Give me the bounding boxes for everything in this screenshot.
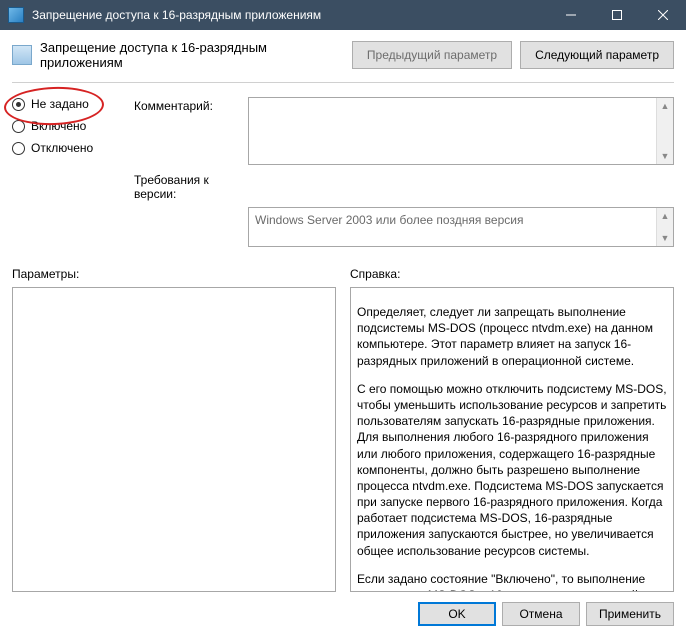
scrollbar[interactable]: ▲▼ <box>656 208 673 246</box>
page-title: Запрещение доступа к 16-разрядным прилож… <box>40 40 344 70</box>
close-button[interactable] <box>640 0 686 30</box>
help-paragraph: Определяет, следует ли запрещать выполне… <box>357 304 667 369</box>
help-label: Справка: <box>350 267 674 281</box>
help-box[interactable]: Определяет, следует ли запрещать выполне… <box>350 287 674 592</box>
radio-icon <box>12 142 25 155</box>
scrollbar[interactable]: ▲▼ <box>656 98 673 164</box>
params-label: Параметры: <box>12 267 336 281</box>
requirement-box: Windows Server 2003 или более поздняя ве… <box>248 207 674 247</box>
radio-label: Отключено <box>31 141 93 155</box>
app-icon <box>8 7 24 23</box>
cancel-button[interactable]: Отмена <box>502 602 580 626</box>
radio-disabled[interactable]: Отключено <box>12 141 130 155</box>
apply-button[interactable]: Применить <box>586 602 674 626</box>
divider <box>12 82 674 83</box>
policy-icon <box>12 45 32 65</box>
requirement-value: Windows Server 2003 или более поздняя ве… <box>255 213 523 227</box>
ok-button[interactable]: OK <box>418 602 496 626</box>
comment-label: Комментарий: <box>134 97 244 113</box>
help-paragraph: С его помощью можно отключить подсистему… <box>357 381 667 559</box>
titlebar: Запрещение доступа к 16-разрядным прилож… <box>0 0 686 30</box>
minimize-button[interactable] <box>548 0 594 30</box>
prev-setting-button[interactable]: Предыдущий параметр <box>352 41 512 69</box>
window-title: Запрещение доступа к 16-разрядным прилож… <box>32 8 548 22</box>
requirement-label: Требования к версии: <box>134 171 244 201</box>
next-setting-button[interactable]: Следующий параметр <box>520 41 674 69</box>
maximize-button[interactable] <box>594 0 640 30</box>
comment-textarea[interactable]: ▲▼ <box>248 97 674 165</box>
help-paragraph: Если задано состояние "Включено", то вып… <box>357 571 667 592</box>
params-box <box>12 287 336 592</box>
